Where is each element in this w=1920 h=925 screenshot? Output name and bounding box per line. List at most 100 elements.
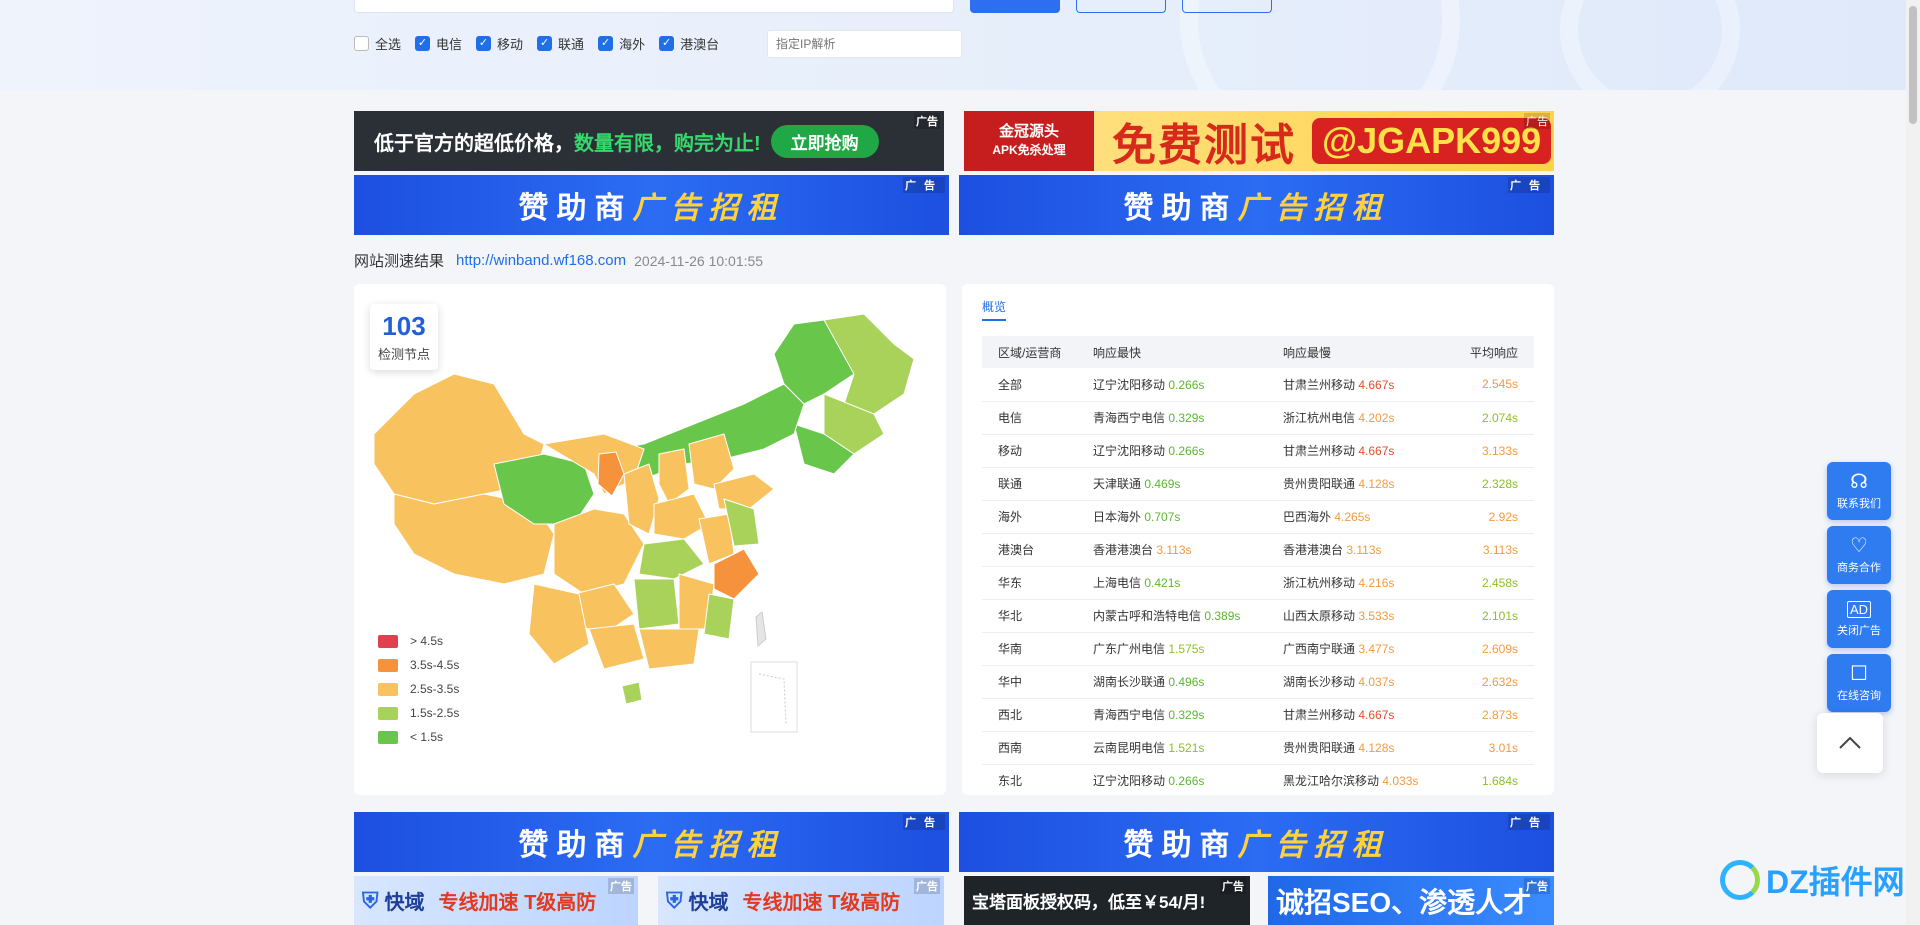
close-ads-button[interactable]: AD 关闭广告: [1827, 590, 1891, 648]
cell-slowest: 甘肃兰州移动 4.667s: [1267, 368, 1447, 402]
filter-all[interactable]: 全选: [354, 34, 401, 53]
cell-average: 2.545s: [1447, 368, 1534, 402]
legend-item[interactable]: 3.5s-4.5s: [378, 653, 459, 677]
filter-overseas[interactable]: ✓ 海外: [598, 34, 645, 53]
legend-item[interactable]: < 1.5s: [378, 725, 459, 749]
table-header-row: 区域/运营商 响应最快 响应最慢 平均响应: [982, 336, 1534, 368]
secondary-button[interactable]: [1076, 0, 1166, 13]
slowest-time: 3.533s: [1358, 609, 1395, 623]
ad-cta-button[interactable]: 立即抢购: [770, 124, 879, 158]
legend-item[interactable]: > 4.5s: [378, 629, 459, 653]
filter-mobile[interactable]: ✓ 移动: [476, 34, 523, 53]
table-row: 华东 上海电信 0.421s 浙江杭州移动 4.216s 2.458s: [982, 566, 1534, 600]
slowest-time: 4.667s: [1358, 708, 1395, 722]
page-scrollbar[interactable]: [1906, 0, 1920, 925]
col-slowest: 响应最慢: [1267, 336, 1447, 368]
table-row: 全部 辽宁沈阳移动 0.266s 甘肃兰州移动 4.667s 2.545s: [982, 368, 1534, 402]
region-hunan: [633, 578, 680, 630]
checkbox-checked[interactable]: ✓: [659, 35, 675, 51]
slowest-time: 4.265s: [1334, 510, 1371, 524]
ad-text: 诚招SEO、渗透人才: [1276, 886, 1532, 918]
sponsor-ad-banner[interactable]: 赞助商 广告招租 广告: [354, 812, 949, 872]
cell-slowest: 甘肃兰州移动 4.667s: [1267, 698, 1447, 732]
fastest-node: 天津联通: [1093, 477, 1142, 491]
ad-banner-kuaiyu[interactable]: ⛨ 快域 专线加速 T级高防 广告: [354, 876, 638, 925]
legend-swatch: [378, 706, 398, 720]
ad-tag: 广告: [903, 814, 945, 830]
fastest-time: 1.575s: [1168, 642, 1205, 656]
checkbox-checked[interactable]: ✓: [537, 35, 553, 51]
slowest-time: 3.113s: [1346, 543, 1382, 557]
fastest-node: 辽宁沈阳移动: [1093, 774, 1166, 788]
filter-label: 联通: [558, 36, 585, 52]
watermark-icon: [1720, 860, 1760, 900]
checkbox-checked[interactable]: ✓: [476, 35, 492, 51]
region-shanxi: [658, 448, 690, 505]
slowest-node: 浙江杭州移动: [1283, 576, 1356, 590]
cell-fastest: 辽宁沈阳移动 0.266s: [1077, 368, 1267, 402]
cell-average: 3.01s: [1447, 731, 1534, 765]
cell-average: 2.873s: [1447, 698, 1534, 732]
cell-average: 2.92s: [1447, 500, 1534, 534]
headset-icon: ☊: [1850, 471, 1868, 493]
contact-us-button[interactable]: ☊ 联系我们: [1827, 462, 1891, 520]
online-consult-button[interactable]: ☐ 在线咨询: [1827, 654, 1891, 712]
sponsor-ad-banner[interactable]: 赞助商 广告招租 广告: [354, 175, 949, 235]
float-label: 关闭广告: [1837, 624, 1881, 637]
ad-banner-kuaiyu[interactable]: ⛨ 快域 专线加速 T级高防 广告: [658, 876, 944, 925]
cell-fastest: 天津联通 0.469s: [1077, 467, 1267, 501]
result-url-link[interactable]: http://winband.wf168.com: [456, 252, 626, 269]
cell-average: 2.609s: [1447, 632, 1534, 666]
decor-ring: [1560, 0, 1740, 90]
filter-label: 电信: [436, 36, 463, 52]
table-row: 电信 青海西宁电信 0.329s 浙江杭州电信 4.202s 2.074s: [982, 401, 1534, 435]
ad-headline: 免费测试: [1112, 121, 1296, 170]
cell-region: 西北: [982, 698, 1077, 732]
filter-telecom[interactable]: ✓ 电信: [415, 34, 462, 53]
sponsor-ad-banner[interactable]: 赞助商 广告招租 广告: [959, 812, 1554, 872]
filter-unicom[interactable]: ✓ 联通: [537, 34, 584, 53]
cell-slowest: 香港港澳台 3.113s: [1267, 533, 1447, 567]
cell-region: 联通: [982, 467, 1077, 501]
start-test-button[interactable]: [970, 0, 1060, 13]
slowest-node: 巴西海外: [1283, 510, 1332, 524]
checkbox[interactable]: [354, 35, 369, 51]
slowest-node: 浙江杭州电信: [1283, 411, 1356, 425]
back-to-top-button[interactable]: [1817, 713, 1883, 773]
shield-icon: ⛨: [666, 887, 683, 913]
checkbox-checked[interactable]: ✓: [598, 35, 614, 51]
cell-slowest: 贵州贵阳联通 4.128s: [1267, 731, 1447, 765]
cell-slowest: 广西南宁联通 3.477s: [1267, 632, 1447, 666]
ad-banner-apk[interactable]: 金冠源头 APK免杀处理 免费测试 @JGAPK999 广告: [964, 111, 1554, 171]
secondary-button[interactable]: [1182, 0, 1272, 13]
url-search-input[interactable]: [354, 0, 954, 13]
business-cooperation-button[interactable]: ♡ 商务合作: [1827, 526, 1891, 584]
slowest-node: 广西南宁联通: [1283, 642, 1356, 656]
ad-banner-seo[interactable]: 诚招SEO、渗透人才 广告: [1268, 876, 1554, 925]
node-count-label: 检测节点: [377, 347, 430, 362]
fastest-time: 3.113s: [1156, 543, 1192, 557]
cell-fastest: 湖南长沙联通 0.496s: [1077, 665, 1267, 699]
cell-region: 西南: [982, 731, 1077, 765]
region-guangdong: [638, 628, 700, 670]
ad-tag: 广告: [1524, 113, 1550, 129]
legend-item[interactable]: 1.5s-2.5s: [378, 701, 459, 725]
ip-resolve-input[interactable]: [767, 30, 962, 58]
tab-overview[interactable]: 概览: [982, 298, 1007, 321]
sponsor-ad-banner[interactable]: 赞助商 广告招租 广告: [959, 175, 1554, 235]
legend-swatch: [378, 634, 398, 648]
table-row: 海外 日本海外 0.707s 巴西海外 4.265s 2.92s: [982, 500, 1534, 534]
legend-label: < 1.5s: [410, 730, 444, 744]
fastest-time: 0.266s: [1168, 774, 1205, 788]
scrollbar-thumb[interactable]: [1909, 6, 1917, 124]
filter-hk-mo-tw[interactable]: ✓ 港澳台: [659, 34, 719, 53]
region-guangxi: [588, 623, 645, 670]
table-row: 东北 辽宁沈阳移动 0.266s 黑龙江哈尔滨移动 4.033s 1.684s: [982, 764, 1534, 795]
slowest-time: 4.037s: [1358, 675, 1395, 689]
cell-average: 2.632s: [1447, 665, 1534, 699]
ad-tag: 广告: [914, 113, 940, 129]
checkbox-checked[interactable]: ✓: [415, 35, 431, 51]
ad-banner-promo[interactable]: 低于官方的超低价格， 数量有限，购完为止! 立即抢购 广告: [354, 111, 944, 171]
ad-banner-baota[interactable]: 宝塔面板授权码，低至￥54/月! 广告: [964, 876, 1250, 925]
legend-item[interactable]: 2.5s-3.5s: [378, 677, 459, 701]
